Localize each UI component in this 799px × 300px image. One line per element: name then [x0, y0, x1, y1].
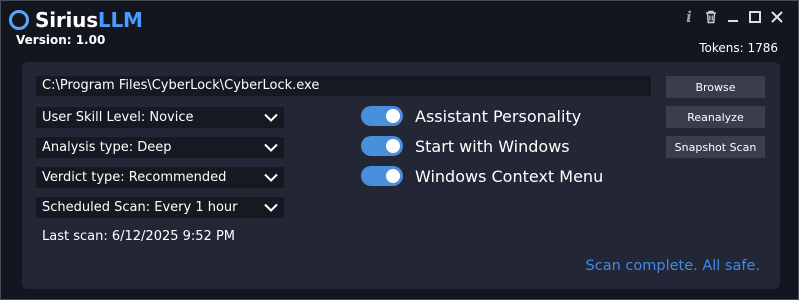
toggle-knob [386, 109, 400, 123]
toggle-knob [386, 139, 400, 153]
info-icon[interactable]: i [678, 7, 700, 27]
toggle-knob [386, 169, 400, 183]
dropdown-label: Analysis type: Deep [42, 140, 172, 155]
status-message: Scan complete. All safe. [585, 258, 760, 274]
logo-ring-icon [9, 10, 29, 30]
toggle-switch[interactable] [361, 106, 403, 126]
tokens-counter: Tokens: 1786 [699, 41, 778, 55]
chevron-down-icon [264, 113, 278, 122]
skill-level-dropdown[interactable]: User Skill Level: Novice [36, 107, 284, 128]
verdict-type-dropdown[interactable]: Verdict type: Recommended [36, 167, 284, 188]
toggle-switch[interactable] [361, 136, 403, 156]
file-path-field[interactable]: C:\Program Files\CyberLock\CyberLock.exe [36, 76, 651, 96]
last-scan-label: Last scan: 6/12/2025 9:52 PM [42, 229, 236, 244]
toggle-label: Start with Windows [415, 136, 570, 156]
dropdown-label: Scheduled Scan: Every 1 hour [42, 200, 238, 215]
scheduled-scan-dropdown[interactable]: Scheduled Scan: Every 1 hour [36, 197, 284, 218]
maximize-icon[interactable] [744, 7, 766, 27]
chevron-down-icon [264, 173, 278, 182]
dropdown-label: User Skill Level: Novice [42, 110, 194, 125]
toggle-windows-context-menu[interactable]: Windows Context Menu [361, 166, 603, 186]
title-bar-controls: i [678, 7, 788, 27]
minimize-icon[interactable] [722, 7, 744, 27]
app-title-part1: Sirius [35, 8, 98, 32]
chevron-down-icon [264, 203, 278, 212]
app-title: SiriusLLM [35, 8, 143, 32]
browse-button[interactable]: Browse [666, 76, 765, 98]
toggle-label: Assistant Personality [415, 106, 582, 126]
close-icon[interactable] [766, 7, 788, 27]
app-title-part2: LLM [97, 8, 143, 32]
reanalyze-button[interactable]: Reanalyze [666, 106, 765, 128]
toggle-start-with-windows[interactable]: Start with Windows [361, 136, 570, 156]
version-label: Version: 1.00 [16, 33, 106, 47]
toggle-switch[interactable] [361, 166, 403, 186]
app-window: SiriusLLM Version: 1.00 i Tokens: 1786 C… [0, 0, 799, 300]
snapshot-scan-button[interactable]: Snapshot Scan [666, 136, 765, 158]
analysis-type-dropdown[interactable]: Analysis type: Deep [36, 137, 284, 158]
app-logo: SiriusLLM [9, 8, 143, 32]
chevron-down-icon [264, 143, 278, 152]
dropdown-label: Verdict type: Recommended [42, 170, 227, 185]
toggle-label: Windows Context Menu [415, 166, 604, 186]
toggle-assistant-personality[interactable]: Assistant Personality [361, 106, 581, 126]
trash-icon[interactable] [700, 7, 722, 27]
